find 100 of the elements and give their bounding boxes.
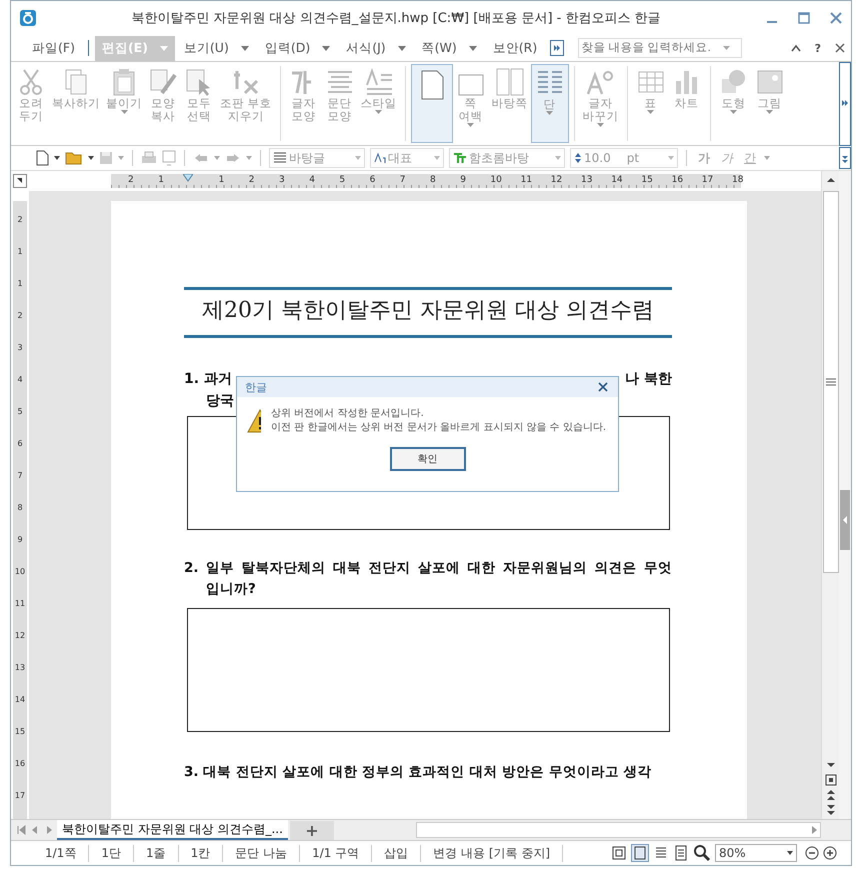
caret-icon[interactable] xyxy=(88,156,94,160)
redo-icon[interactable] xyxy=(225,152,241,164)
expand-ribbon-icon[interactable] xyxy=(839,62,851,146)
tab-type-icon[interactable] xyxy=(13,174,27,188)
font-size-field[interactable]: 10.0 pt xyxy=(570,148,678,168)
question-text: 2. 일부 탈북자단체의 대북 전단지 살포에 대한 자문위원님의 의견은 무엇 입니까? xyxy=(184,558,672,599)
document-view-icon[interactable] xyxy=(673,845,689,861)
ruler-number: 17 xyxy=(14,791,26,801)
ruler-number: 16 xyxy=(14,759,26,769)
print-icon[interactable] xyxy=(141,151,157,165)
ruler-number: 13 xyxy=(14,663,26,673)
first-tab-icon[interactable] xyxy=(15,823,27,837)
scroll-thumb[interactable] xyxy=(822,191,838,573)
maximize-icon[interactable] xyxy=(797,11,811,25)
expand-toolbar-icon[interactable] xyxy=(839,147,851,169)
menu-item[interactable]: 보기(U) xyxy=(176,36,256,60)
language-dropdown[interactable]: 대표 xyxy=(370,148,444,168)
caret-icon[interactable] xyxy=(240,46,249,50)
style-dropdown[interactable]: 바탕글 xyxy=(269,148,365,168)
zoom-out-icon[interactable] xyxy=(805,846,819,860)
ruler-number: 14 xyxy=(14,695,26,705)
page-view-icon[interactable] xyxy=(631,844,649,862)
question-text: 1. 과거 xyxy=(184,370,232,388)
status-item: 변경 내용 [기록 중지] xyxy=(421,844,564,862)
ruler-number: 18 xyxy=(732,175,744,185)
side-panel-handle-icon[interactable] xyxy=(840,490,850,550)
question-text: 3. 대북 전단지 살포에 대한 정부의 효과적인 대처 방안은 무엇이라고 생각 xyxy=(184,762,653,782)
indent-marker-icon[interactable] xyxy=(183,174,193,182)
menu-item[interactable]: 파일(F) xyxy=(25,36,82,60)
horizontal-scrollbar[interactable] xyxy=(416,822,821,838)
search-field[interactable]: 찾을 내용을 입력하세요. xyxy=(578,38,742,58)
two-pages-icon xyxy=(494,67,525,97)
font-dropdown[interactable]: 함초롬바탕 xyxy=(449,148,565,168)
caret-icon[interactable] xyxy=(398,46,406,50)
fit-view-icon[interactable] xyxy=(611,845,627,861)
zoom-icon[interactable] xyxy=(693,844,711,862)
more-menu-icon[interactable] xyxy=(550,40,564,56)
ruler-number: 7 xyxy=(400,175,406,185)
ruler-number: 15 xyxy=(641,175,653,185)
vertical-scrollbar[interactable] xyxy=(821,171,839,819)
window-title: 북한이탈주민 자문위원 대상 의견수렴_설문지.hwp [C:₩] [배포용 문서] - 한컴오피스 한글 xyxy=(130,10,662,27)
vertical-ruler[interactable]: 2 1 1 2 3 4 5 6 7 8 9 10 11 12 13 14 15 16 17 xyxy=(13,201,27,819)
ruler-number: 16 xyxy=(672,175,684,185)
document-tab[interactable]: 북한이탈주민 자문위원 대상 의견수렴_... xyxy=(57,820,288,840)
app-logo-icon xyxy=(19,9,37,27)
caret-icon[interactable] xyxy=(787,851,793,855)
dialog-message: 이전 판 한글에서는 상위 버전 문서가 올바르게 표시되지 않을 수 있습니다. xyxy=(271,421,606,435)
underline-button[interactable]: 간 xyxy=(741,150,759,166)
ruler-number: 2 xyxy=(248,175,255,185)
ruler-number: 2 xyxy=(17,215,23,225)
ruler-number: 11 xyxy=(520,175,532,185)
page-view-icon[interactable] xyxy=(822,773,838,787)
dialog-title: 한글 xyxy=(245,380,267,394)
horizontal-ruler[interactable]: 2 1 1 2 3 4 5 6 7 8 9 10 11 12 13 14 15 16 17 18 xyxy=(111,174,741,188)
question-text: 당국 xyxy=(206,392,234,410)
zoom-in-icon[interactable] xyxy=(823,846,837,860)
ruler-number: 2 xyxy=(128,175,134,185)
brush-icon xyxy=(148,67,178,97)
ruler-number: 10 xyxy=(14,567,26,577)
ruler-number: 1 xyxy=(158,175,164,185)
status-item: 1줄 xyxy=(134,844,179,862)
ruler-number: 12 xyxy=(550,175,562,185)
ruler-number: 1 xyxy=(17,279,23,289)
ruler-number: 12 xyxy=(14,631,26,641)
folder-icon[interactable] xyxy=(65,151,83,165)
ruler-number: 2 xyxy=(17,311,23,321)
status-item: 1칸 xyxy=(178,844,224,862)
font-icon xyxy=(453,152,467,164)
ruler-number: 13 xyxy=(581,175,592,185)
ruler-number: 11 xyxy=(14,599,26,609)
caret-icon[interactable] xyxy=(54,156,60,160)
ok-button[interactable]: 확인 xyxy=(390,447,466,471)
menu-item[interactable]: 보안(R) xyxy=(486,36,544,60)
caret-icon[interactable] xyxy=(322,46,330,50)
ruler-number: 17 xyxy=(702,175,714,185)
close-icon[interactable] xyxy=(598,382,608,392)
page-icon-button[interactable] xyxy=(410,64,453,143)
add-tab-button[interactable]: + xyxy=(290,820,334,840)
bold-button[interactable]: 가 xyxy=(695,150,713,166)
ruler-number: 10 xyxy=(490,175,502,185)
close-document-icon[interactable] xyxy=(835,43,845,53)
answer-box[interactable] xyxy=(187,608,670,732)
question-text: 나 북한 xyxy=(625,370,672,388)
zoom-dropdown[interactable]: 80% xyxy=(715,844,797,862)
menu-item[interactable]: 서식(J) xyxy=(339,36,413,60)
grip-icon xyxy=(826,378,836,386)
caret-icon[interactable] xyxy=(468,46,477,50)
collapse-ribbon-icon[interactable] xyxy=(790,44,801,52)
italic-button[interactable]: 가 xyxy=(718,150,736,166)
close-icon[interactable] xyxy=(829,11,843,25)
undo-icon[interactable] xyxy=(193,152,209,164)
ruler-number: 14 xyxy=(611,175,623,185)
new-document-icon[interactable] xyxy=(35,150,49,166)
menu-item[interactable]: 입력(D) xyxy=(258,36,338,60)
preview-icon[interactable] xyxy=(162,150,176,166)
ruler-number: 7 xyxy=(17,471,23,481)
ruler-number: 9 xyxy=(17,535,23,545)
menu-item[interactable]: 쪽(W) xyxy=(414,36,484,60)
ruler-number: 1 xyxy=(218,175,224,185)
help-button[interactable]: ? xyxy=(814,42,821,54)
